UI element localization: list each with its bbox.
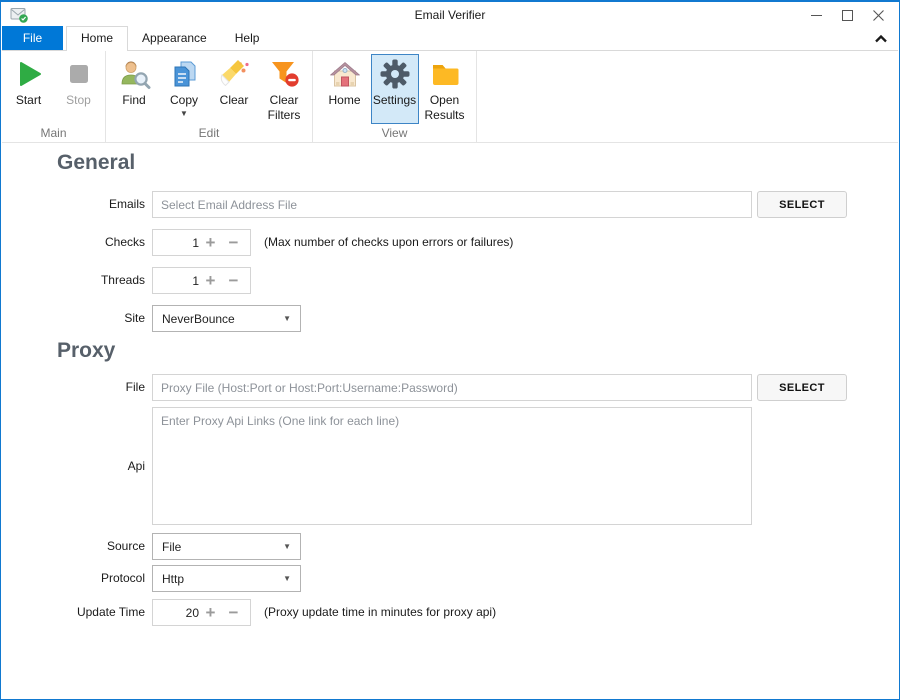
checks-value-input[interactable] <box>153 236 199 250</box>
general-section-heading: General <box>57 151 135 175</box>
ribbon-group-view: Home <box>313 51 477 142</box>
threads-stepper: + − <box>152 267 251 294</box>
file-menu-button[interactable]: File <box>2 26 63 50</box>
app-window: Email Verifier File Home Appearance Help <box>0 0 900 700</box>
threads-increment-button[interactable]: + <box>199 269 222 293</box>
clear-filters-button-label: Clear Filters <box>260 93 308 123</box>
update-time-label: Update Time <box>2 599 145 626</box>
update-time-value-input[interactable] <box>153 606 199 620</box>
window-controls <box>801 4 894 26</box>
broom-icon <box>217 57 251 91</box>
group-label-main: Main <box>2 126 105 140</box>
maximize-button[interactable] <box>832 4 863 26</box>
close-button[interactable] <box>863 4 894 26</box>
gear-icon <box>379 57 411 91</box>
tab-home[interactable]: Home <box>66 26 128 51</box>
settings-button-label: Settings <box>373 93 416 108</box>
clear-button-label: Clear <box>220 93 249 108</box>
home-view-button[interactable]: Home <box>321 54 369 124</box>
checks-stepper: + − <box>152 229 251 256</box>
clear-filters-button[interactable]: Clear Filters <box>260 54 308 124</box>
checks-increment-button[interactable]: + <box>199 231 222 255</box>
folder-icon <box>429 57 461 91</box>
site-label: Site <box>2 305 145 332</box>
group-label-edit: Edit <box>106 126 312 140</box>
emails-file-input[interactable] <box>152 191 752 218</box>
stop-icon <box>64 57 94 91</box>
proxy-file-input[interactable] <box>152 374 752 401</box>
open-results-button[interactable]: Open Results <box>421 54 469 124</box>
proxy-protocol-label: Protocol <box>2 565 145 592</box>
start-button[interactable]: Start <box>5 54 53 124</box>
update-time-hint: (Proxy update time in minutes for proxy … <box>264 599 496 626</box>
proxy-file-label: File <box>2 374 145 401</box>
site-select[interactable]: NeverBounce ▼ <box>152 305 301 332</box>
threads-decrement-button[interactable]: − <box>222 269 245 293</box>
emails-label: Emails <box>2 191 145 218</box>
menu-bar: File Home Appearance Help <box>2 26 898 51</box>
emails-select-button[interactable]: SELECT <box>757 191 847 218</box>
home-view-button-label: Home <box>328 93 360 108</box>
chevron-up-icon <box>874 30 888 48</box>
collapse-ribbon-button[interactable] <box>871 32 891 46</box>
minimize-button[interactable] <box>801 4 832 26</box>
group-label-view: View <box>313 126 476 140</box>
proxy-source-select-value: File <box>162 540 181 554</box>
clear-button[interactable]: Clear <box>210 54 258 124</box>
proxy-source-label: Source <box>2 533 145 560</box>
find-button-label: Find <box>122 93 145 108</box>
tab-appearance[interactable]: Appearance <box>128 26 221 50</box>
proxy-protocol-select[interactable]: Http ▼ <box>152 565 301 592</box>
copy-dropdown-icon[interactable]: ▼ <box>180 110 188 118</box>
site-select-value: NeverBounce <box>162 312 235 326</box>
copy-button[interactable]: Copy ▼ <box>160 54 208 124</box>
checks-hint: (Max number of checks upon errors or fai… <box>264 229 513 256</box>
titlebar: Email Verifier <box>2 4 898 26</box>
stop-button-label: Stop <box>66 93 91 108</box>
update-time-stepper: + − <box>152 599 251 626</box>
copy-icon <box>168 57 200 91</box>
copy-button-label: Copy <box>170 93 198 108</box>
proxy-api-label: Api <box>2 453 145 480</box>
proxy-api-textarea[interactable] <box>152 407 752 525</box>
threads-label: Threads <box>2 267 145 294</box>
ribbon: Start Stop Main <box>2 51 898 143</box>
stop-button[interactable]: Stop <box>55 54 103 124</box>
proxy-protocol-select-value: Http <box>162 572 184 586</box>
chevron-down-icon: ▼ <box>283 542 291 551</box>
update-time-decrement-button[interactable]: − <box>222 601 245 625</box>
checks-decrement-button[interactable]: − <box>222 231 245 255</box>
open-results-button-label: Open Results <box>421 93 469 123</box>
play-icon <box>14 57 44 91</box>
tab-help[interactable]: Help <box>221 26 274 50</box>
checks-label: Checks <box>2 229 145 256</box>
proxy-source-select[interactable]: File ▼ <box>152 533 301 560</box>
proxy-file-select-button[interactable]: SELECT <box>757 374 847 401</box>
proxy-section-heading: Proxy <box>57 339 115 363</box>
filter-remove-icon <box>268 57 300 91</box>
find-user-icon <box>117 57 151 91</box>
ribbon-group-main: Start Stop Main <box>2 51 106 142</box>
ribbon-group-edit: Find Copy ▼ <box>106 51 313 142</box>
find-button[interactable]: Find <box>110 54 158 124</box>
chevron-down-icon: ▼ <box>283 574 291 583</box>
settings-panel: General Emails SELECT Checks + − (Max nu… <box>2 143 898 697</box>
chevron-down-icon: ▼ <box>283 314 291 323</box>
settings-button[interactable]: Settings <box>371 54 419 124</box>
window-title: Email Verifier <box>2 4 898 26</box>
start-button-label: Start <box>16 93 41 108</box>
house-icon <box>328 57 362 91</box>
update-time-increment-button[interactable]: + <box>199 601 222 625</box>
threads-value-input[interactable] <box>153 274 199 288</box>
